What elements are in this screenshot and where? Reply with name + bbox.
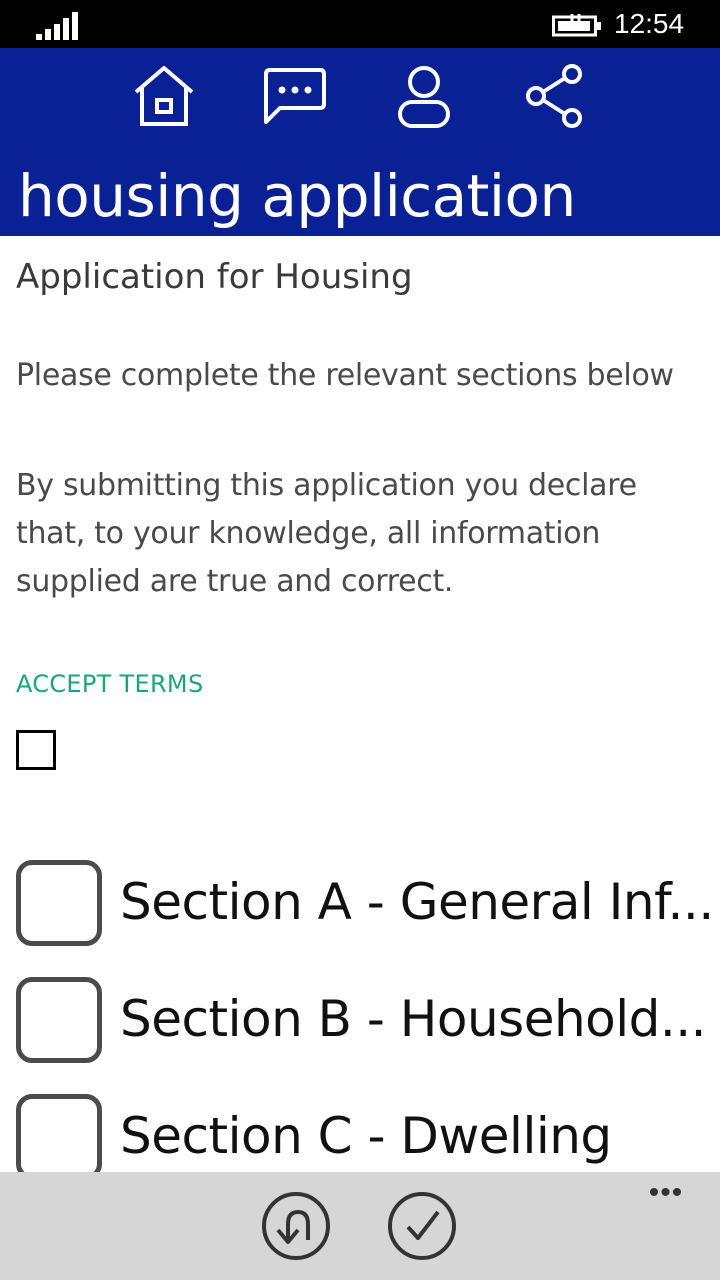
section-checkbox[interactable] bbox=[16, 977, 102, 1063]
accept-button[interactable] bbox=[386, 1190, 458, 1262]
undo-button[interactable] bbox=[260, 1190, 332, 1262]
section-a-item[interactable]: Section A - General Inf... bbox=[14, 860, 714, 952]
section-checkbox[interactable] bbox=[16, 1094, 102, 1180]
section-label: Section B - Household... bbox=[120, 990, 707, 1048]
more-options-button[interactable]: ••• bbox=[642, 1178, 690, 1208]
section-label: Section C - Dwelling bbox=[120, 1107, 612, 1165]
chat-icon[interactable] bbox=[260, 62, 328, 130]
section-checkbox[interactable] bbox=[16, 860, 102, 946]
share-icon[interactable] bbox=[520, 62, 588, 130]
section-label: Section A - General Inf... bbox=[120, 873, 714, 931]
undo-icon bbox=[262, 1192, 330, 1260]
page-title: housing application bbox=[18, 162, 576, 230]
home-icon[interactable] bbox=[130, 62, 198, 130]
form-heading: Application for Housing bbox=[16, 257, 413, 297]
app-bar: ••• bbox=[0, 1172, 720, 1280]
accept-terms-checkbox[interactable] bbox=[16, 730, 56, 770]
signal-strength-icon bbox=[36, 12, 78, 40]
form-instruction: Please complete the relevant sections be… bbox=[16, 358, 674, 393]
person-icon[interactable] bbox=[390, 62, 458, 130]
status-time: 12:54 bbox=[614, 8, 685, 39]
status-bar: 12:54 bbox=[0, 0, 720, 48]
accept-terms-label: ACCEPT TERMS bbox=[16, 670, 204, 698]
app-header: housing application bbox=[0, 48, 720, 236]
form-declaration: By submitting this application you decla… bbox=[16, 468, 637, 599]
battery-charging-icon bbox=[552, 14, 601, 37]
section-b-item[interactable]: Section B - Household... bbox=[14, 977, 714, 1069]
check-icon bbox=[388, 1192, 456, 1260]
